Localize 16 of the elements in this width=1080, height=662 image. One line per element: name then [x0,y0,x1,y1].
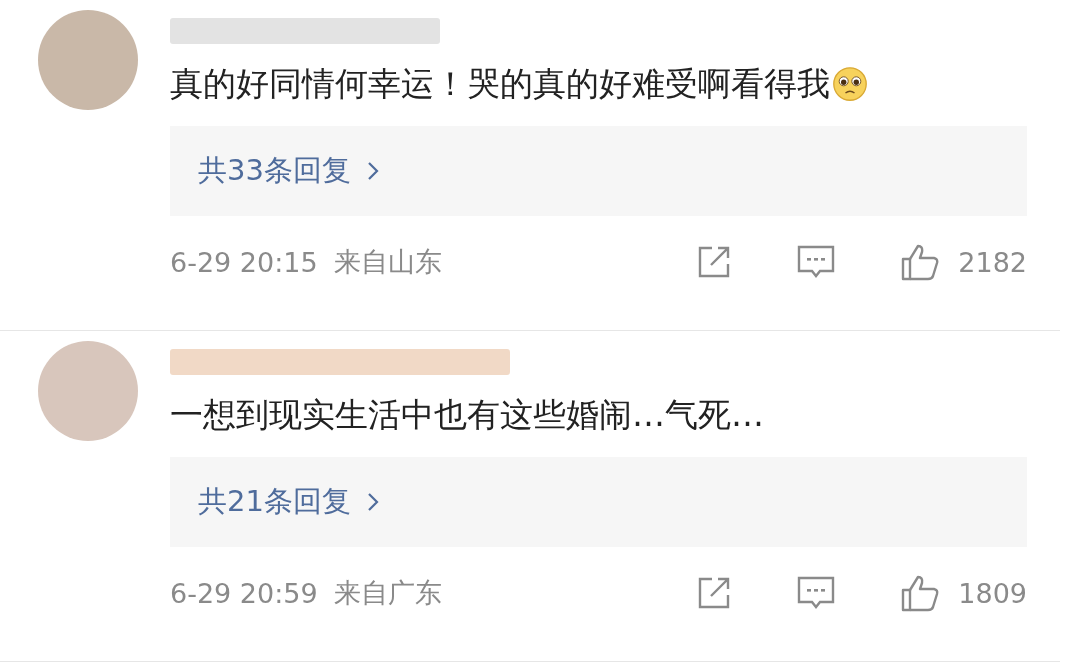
comment-date: 6-29 20:59 [170,577,318,609]
comment-text: 一想到现实生活中也有这些婚闹…气死… [170,393,764,436]
chevron-right-icon [366,492,379,512]
comment-location: 来自山东 [333,245,442,279]
comment-location: 来自广东 [333,576,442,610]
thumbs-up-icon[interactable] [900,243,941,281]
replies-link[interactable]: 共33条回复 [170,126,1027,216]
chevron-right-icon [366,161,379,181]
comment-text: 真的好同情何幸运！哭的真的好难受啊看得我 [170,62,830,105]
comment-icon[interactable] [796,244,837,280]
like-count: 1809 [958,577,1027,609]
like-count: 2182 [958,246,1027,278]
comment-icon[interactable] [796,575,837,611]
replies-link[interactable]: 共21条回复 [170,457,1027,547]
comment-date: 6-29 20:15 [170,246,318,278]
thumbs-up-icon[interactable] [900,574,941,612]
